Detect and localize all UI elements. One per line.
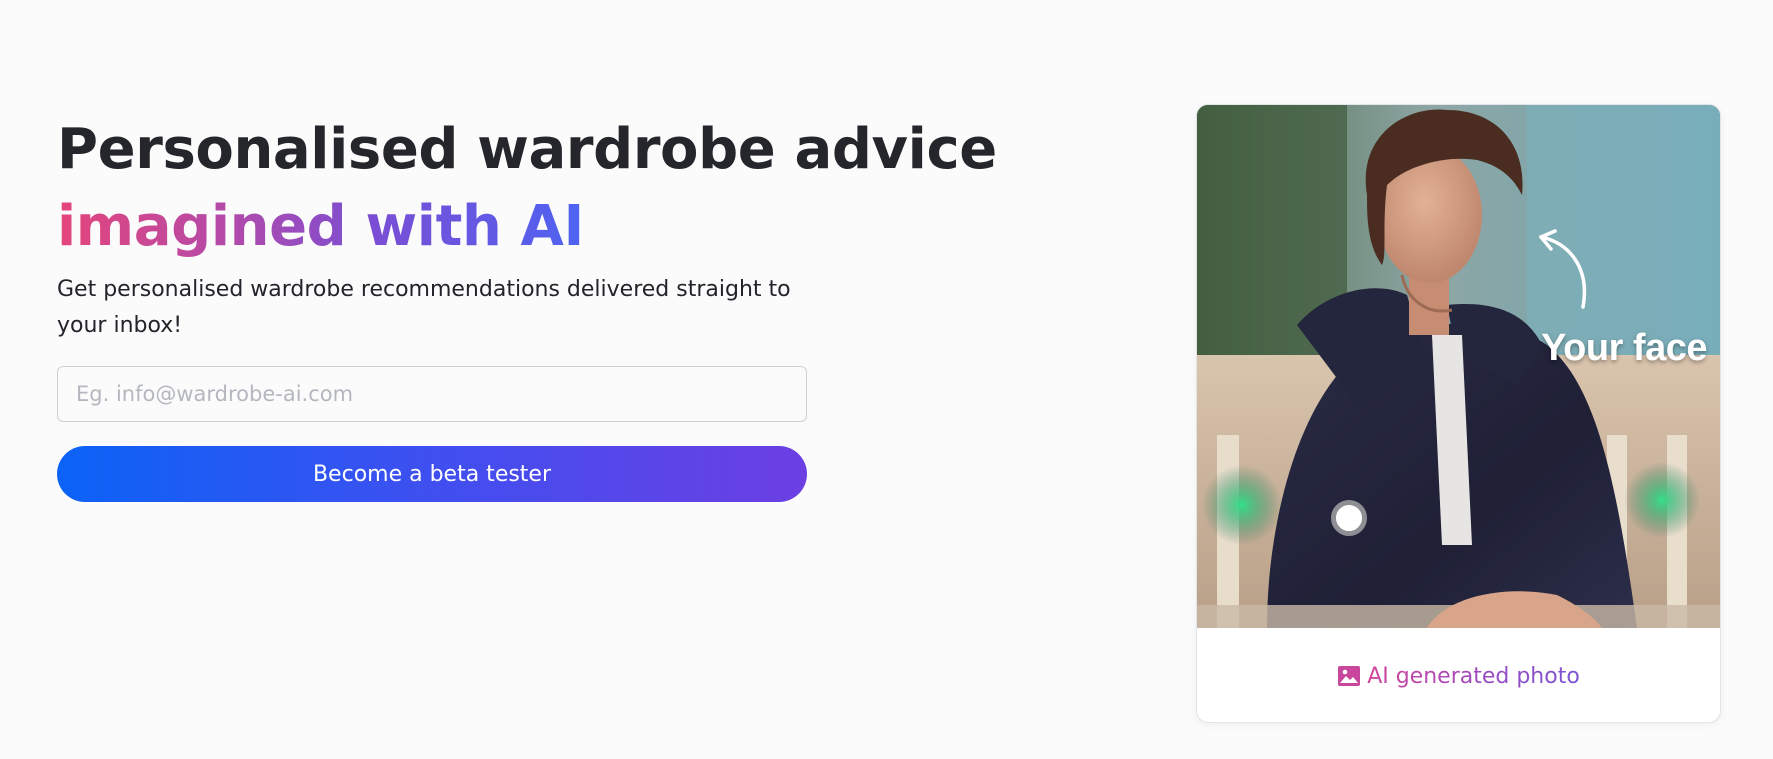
ai-generated-photo: Your face [1197, 105, 1720, 628]
page-subtitle: Get personalised wardrobe recommendation… [57, 277, 791, 338]
email-field[interactable] [57, 366, 807, 422]
caption-text: AI generated photo [1367, 663, 1580, 689]
become-beta-tester-button[interactable]: Become a beta tester [57, 446, 807, 502]
curved-arrow-icon [1539, 229, 1587, 309]
your-face-label: Your face [1541, 327, 1707, 369]
image-icon [1337, 665, 1361, 687]
hero-section: Personalised wardrobe advice imagined wi… [57, 112, 997, 502]
drag-handle[interactable] [1331, 500, 1367, 536]
photo-card: Your face AI generated photo [1196, 104, 1721, 723]
signup-form: Become a beta tester [57, 366, 957, 502]
photo-caption: AI generated photo [1197, 628, 1720, 722]
page-title: Personalised wardrobe advice [57, 117, 997, 182]
page-title-accent: imagined with AI [57, 188, 584, 266]
